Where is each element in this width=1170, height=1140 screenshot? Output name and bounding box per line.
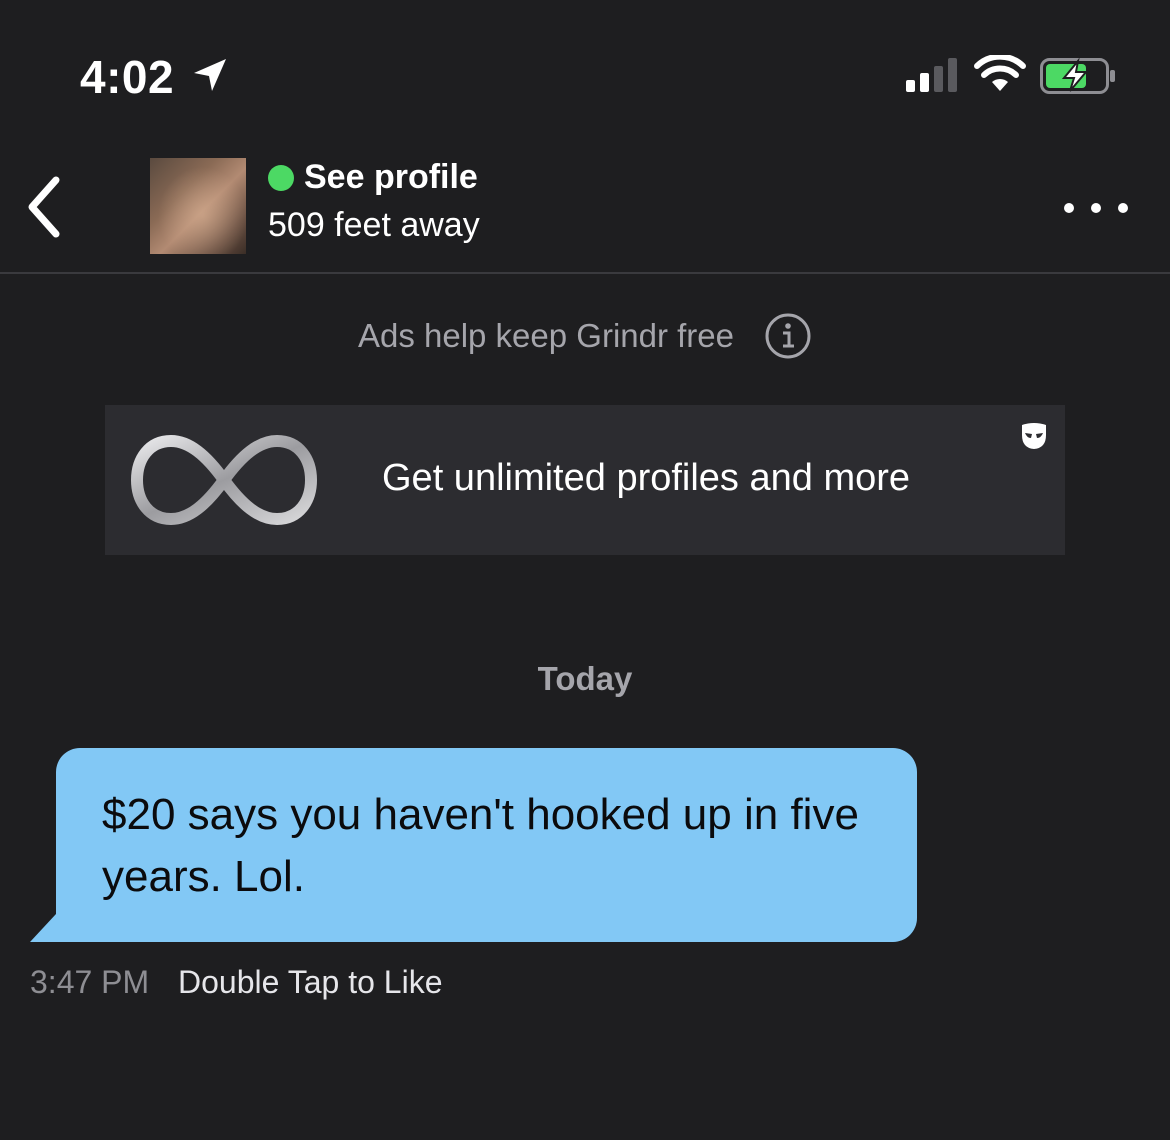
wifi-icon	[974, 55, 1026, 91]
ad-banner-text: Get unlimited profiles and more	[382, 457, 911, 499]
avatar-photo	[150, 158, 246, 254]
see-profile-label: See profile	[304, 158, 478, 196]
chat-header: See profile 509 feet away	[0, 150, 1170, 274]
received-message-bubble[interactable]: $20 says you haven't hooked up in five y…	[56, 748, 917, 942]
date-divider: Today	[537, 660, 633, 697]
status-time: 4:02	[80, 51, 175, 103]
grindr-mask-icon	[1022, 423, 1046, 449]
ads-notice-text: Ads help keep Grindr free	[357, 317, 735, 354]
online-status-dot	[268, 164, 294, 191]
more-options-button[interactable]	[1064, 198, 1128, 218]
ellipsis-icon	[1118, 203, 1128, 213]
location-arrow-icon	[194, 59, 226, 91]
upgrade-ad-banner[interactable]: Get unlimited profiles and more	[105, 405, 1065, 555]
back-chevron-icon[interactable]	[20, 172, 72, 242]
battery-charging-icon	[1040, 58, 1115, 94]
see-profile-link[interactable]: See profile	[268, 158, 478, 197]
double-tap-like-hint[interactable]: Double Tap to Like	[178, 964, 442, 1001]
infinity-icon	[131, 434, 317, 526]
status-bar: 4:02	[0, 0, 1170, 150]
ads-notice: Ads help keep Grindr free	[0, 312, 1170, 360]
cellular-signal-icon	[906, 58, 957, 92]
message-text: $20 says you haven't hooked up in five y…	[102, 790, 859, 901]
ellipsis-icon	[1064, 203, 1074, 213]
message-timestamp: 3:47 PM	[30, 964, 150, 1000]
avatar[interactable]	[150, 158, 246, 254]
chat-screen: 4:02 See profile 509 feet away Ads help …	[0, 0, 1170, 1140]
ellipsis-icon	[1091, 203, 1101, 213]
distance-label: 509 feet away	[268, 206, 480, 244]
info-icon[interactable]	[764, 312, 812, 360]
